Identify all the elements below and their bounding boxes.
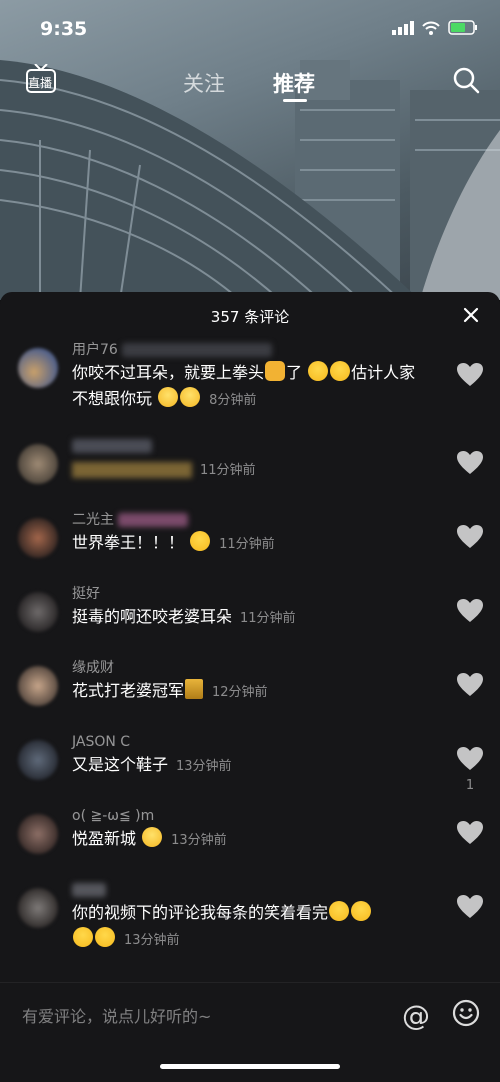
- rofl-emoji-icon: [329, 901, 350, 921]
- comment-text: 世界拳王！！！ 11分钟前: [72, 531, 275, 552]
- comment-time: 12分钟前: [212, 685, 268, 700]
- close-icon[interactable]: [462, 306, 480, 324]
- tab-recommend[interactable]: 推荐: [273, 68, 315, 98]
- comment-time: 8分钟前: [209, 393, 257, 408]
- comment-item[interactable]: 用户76 你咬不过耳朵，就要上拳头了 估计人家不想跟你玩 8分钟前: [0, 340, 500, 436]
- comment-username[interactable]: 用户76: [72, 340, 430, 360]
- rofl-emoji-icon: [351, 901, 372, 921]
- trophy-emoji-icon: [185, 679, 204, 699]
- avatar[interactable]: [18, 518, 58, 558]
- emoji-icon[interactable]: [452, 999, 480, 1027]
- like-count: 1: [465, 778, 475, 793]
- heart-icon[interactable]: [456, 820, 484, 846]
- smile-emoji-icon: [158, 387, 179, 407]
- comment-text: 11分钟前: [72, 456, 430, 484]
- comment-time: 11分钟前: [240, 611, 296, 626]
- comment-item[interactable]: o( ≧-ω≦ )m 悦盈新城 13分钟前: [0, 806, 500, 880]
- avatar[interactable]: [18, 888, 58, 928]
- at-icon[interactable]: @: [402, 999, 430, 1032]
- comment-item[interactable]: 11分钟前: [0, 436, 500, 510]
- laugh-cry-emoji-icon: [308, 361, 329, 381]
- comment-username[interactable]: [72, 436, 430, 456]
- comment-item[interactable]: 二光主 世界拳王！！！ 11分钟前: [0, 510, 500, 584]
- home-indicator[interactable]: [160, 1064, 340, 1069]
- comment-text: 花式打老婆冠军 12分钟前: [72, 679, 268, 700]
- redacted-mosaic: [72, 461, 192, 478]
- comments-sheet: 357 条评论 用户76 你咬不过耳朵，就要上拳头了 估计人家不想跟你玩 8分钟…: [0, 292, 500, 1082]
- avatar[interactable]: [18, 592, 58, 632]
- comment-count-title: 357 条评论: [210, 308, 290, 326]
- comment-username[interactable]: 二光主: [72, 510, 430, 530]
- comment-item[interactable]: 挺好 挺毒的啊还咬老婆耳朵 11分钟前: [0, 584, 500, 658]
- comment-username[interactable]: 挺好: [72, 584, 430, 604]
- comment-text: 挺毒的啊还咬老婆耳朵 11分钟前: [72, 607, 296, 626]
- avatar[interactable]: [18, 740, 58, 780]
- heart-icon[interactable]: [456, 362, 484, 388]
- wifi-icon: [422, 21, 440, 35]
- comment-text: 你咬不过耳朵，就要上拳头了 估计人家不想跟你玩 8分钟前: [72, 361, 416, 408]
- active-tab-indicator: [283, 99, 307, 102]
- tab-follow[interactable]: 关注: [183, 68, 225, 98]
- comment-item[interactable]: 你的视频下的评论我每条的笑着看完 13分钟前: [0, 880, 500, 976]
- like-button[interactable]: 1: [456, 746, 484, 793]
- heart-icon[interactable]: [456, 598, 484, 624]
- avatar[interactable]: [18, 444, 58, 484]
- sheet-header: 357 条评论: [0, 292, 500, 340]
- heart-icon[interactable]: [456, 450, 484, 476]
- redacted-mosaic: [72, 439, 152, 453]
- fist-emoji-icon: [265, 361, 286, 381]
- comment-text: 你的视频下的评论我每条的笑着看完 13分钟前: [72, 900, 430, 954]
- comment-username[interactable]: [72, 880, 430, 900]
- status-bar: 9:35: [0, 0, 500, 58]
- rofl-emoji-icon: [190, 531, 211, 551]
- comment-time: 13分钟前: [176, 759, 232, 774]
- smile-emoji-icon: [180, 387, 201, 407]
- comment-time: 11分钟前: [200, 463, 256, 478]
- search-icon[interactable]: [452, 66, 480, 94]
- comment-username[interactable]: o( ≧-ω≦ )m: [72, 806, 430, 826]
- avatar[interactable]: [18, 348, 58, 388]
- top-nav: 直播 关注 推荐: [0, 60, 500, 104]
- heart-icon[interactable]: [456, 746, 484, 772]
- comment-username[interactable]: JASON C: [72, 732, 430, 752]
- laugh-cry-emoji-icon: [330, 361, 351, 381]
- heart-icon[interactable]: [456, 524, 484, 550]
- avatar[interactable]: [18, 814, 58, 854]
- comment-time: 13分钟前: [124, 933, 180, 948]
- comment-input-bar[interactable]: 有爱评论，说点儿好听的~ @: [0, 982, 500, 1046]
- status-time: 9:35: [40, 18, 88, 40]
- redacted-mosaic: [122, 343, 273, 357]
- shy-emoji-icon: [142, 827, 163, 847]
- comment-time: 13分钟前: [171, 833, 227, 848]
- comment-item[interactable]: JASON C 又是这个鞋子 13分钟前 1: [0, 732, 500, 806]
- redacted-mosaic: [72, 883, 106, 897]
- comment-item[interactable]: 缘成财 花式打老婆冠军 12分钟前: [0, 658, 500, 732]
- rofl-emoji-icon: [73, 927, 93, 947]
- battery-icon: [448, 20, 477, 35]
- comment-time: 11分钟前: [219, 537, 275, 552]
- heart-icon[interactable]: [456, 672, 484, 698]
- comment-input[interactable]: 有爱评论，说点儿好听的~: [22, 1003, 211, 1027]
- redacted-mosaic: [118, 513, 189, 527]
- live-label[interactable]: 直播: [28, 74, 52, 91]
- heart-icon[interactable]: [456, 894, 484, 920]
- signal-icon: [392, 20, 414, 35]
- rofl-emoji-icon: [95, 927, 115, 947]
- avatar[interactable]: [18, 666, 58, 706]
- comment-username[interactable]: 缘成财: [72, 658, 430, 678]
- comment-text: 又是这个鞋子 13分钟前: [72, 755, 232, 774]
- comment-text: 悦盈新城 13分钟前: [72, 827, 227, 848]
